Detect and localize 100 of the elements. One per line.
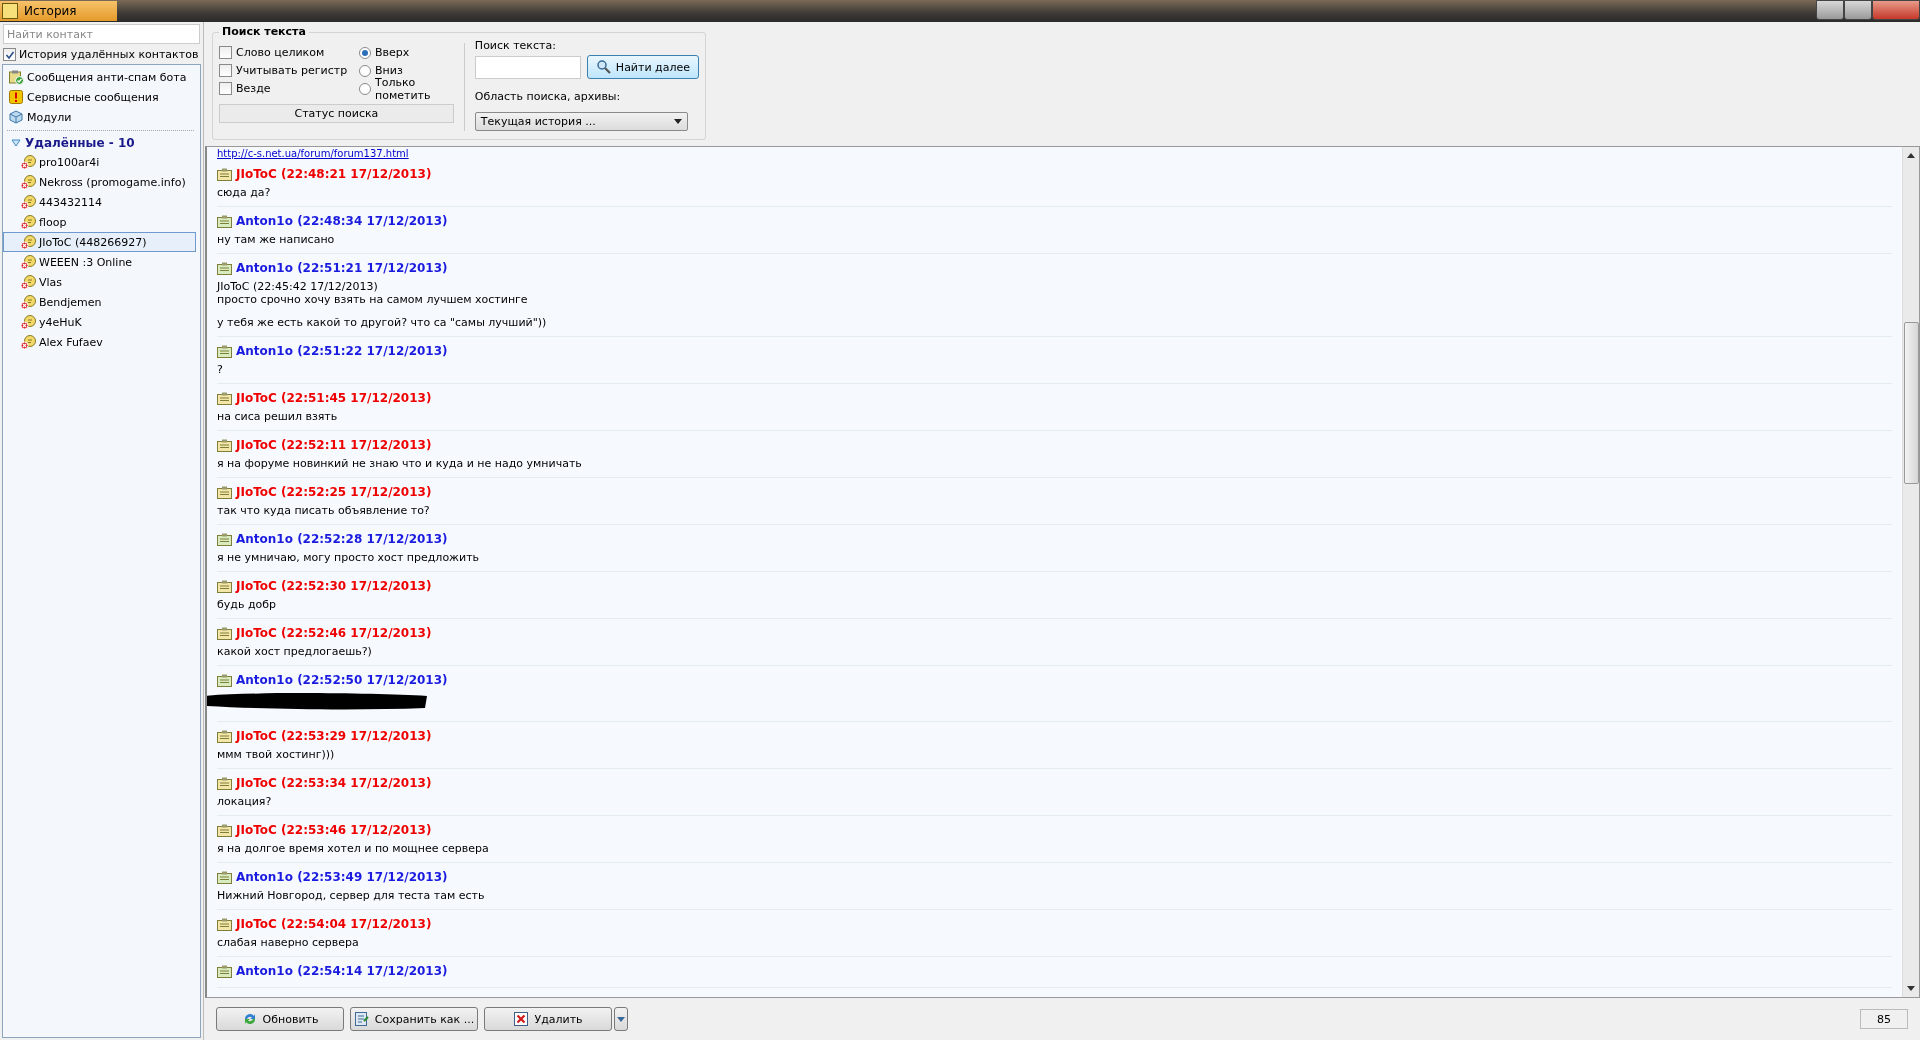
message-header: Anton1o (22:51:22 17/12/2013) xyxy=(236,344,448,358)
contact-item[interactable]: Nekross (promogame.info) xyxy=(3,172,196,192)
message-card-icon xyxy=(217,579,232,593)
message-header: Anton1o (22:54:14 17/12/2013) xyxy=(236,964,448,978)
message-header: Anton1o (22:52:50 17/12/2013) xyxy=(236,673,448,687)
deleted-contact-icon xyxy=(20,254,36,270)
message-text: так что куда писать объявление то? xyxy=(217,504,431,517)
link[interactable]: http://c-s.net.ua/forum/forum137.html xyxy=(217,148,409,160)
refresh-button[interactable]: Обновить xyxy=(216,1007,344,1031)
scrollbar[interactable] xyxy=(1902,147,1919,997)
sidebar-item[interactable]: Модули xyxy=(27,110,72,124)
cube-icon xyxy=(8,109,24,125)
contact-search-field[interactable]: Найти контакт xyxy=(3,24,200,44)
contact-item[interactable]: 443432114 xyxy=(3,192,196,212)
message-text: Нижний Новгород, сервер для теста там есть xyxy=(217,889,486,902)
message-text: какой хост предлогаешь?) xyxy=(217,645,373,658)
sidebar-item[interactable]: Сообщения анти-спам бота xyxy=(27,70,187,84)
contact-item[interactable]: floop xyxy=(3,212,196,232)
message-header: JIoToC (22:52:25 17/12/2013) xyxy=(236,485,432,499)
message-card-icon xyxy=(217,917,232,931)
window-title: История xyxy=(0,1,117,21)
scope-dropdown[interactable]: Текущая история ... xyxy=(474,112,688,131)
contact-item[interactable]: Bendjemen xyxy=(3,292,196,312)
message-card-icon xyxy=(217,823,232,837)
scroll-up-icon[interactable] xyxy=(1907,153,1915,158)
message-text: у тебя же есть какой то другой? что са "самы лучший")) xyxy=(217,316,548,329)
caret-icon xyxy=(673,119,682,124)
message-header: JIoToC (22:52:11 17/12/2013) xyxy=(236,438,432,452)
message-text: я на форуме новинкий не знаю что и куда и не надо умничать xyxy=(217,457,583,470)
contact-item[interactable]: Vlas xyxy=(3,272,196,292)
deleted-contact-icon xyxy=(20,314,36,330)
message-card-icon xyxy=(217,391,232,405)
message-header: JIoToC (22:52:30 17/12/2013) xyxy=(236,579,432,593)
group-header[interactable]: Удалённые - 10 xyxy=(25,136,135,150)
checkbox[interactable] xyxy=(219,82,232,95)
contact-item[interactable]: Alex Fufaev xyxy=(3,332,196,352)
find-next-button[interactable]: Найти далее xyxy=(586,55,699,79)
caret-icon xyxy=(617,1016,625,1022)
message-text: слабая наверно сервера xyxy=(217,936,360,949)
checkbox-label: Везде xyxy=(236,82,271,95)
message-card-icon xyxy=(217,532,232,546)
deleted-contact-icon xyxy=(20,294,36,310)
search-text-field[interactable] xyxy=(474,55,581,79)
message-text: сюда да? xyxy=(217,186,272,199)
message-text: будь добр xyxy=(217,598,277,611)
message-card-icon xyxy=(217,729,232,743)
message-text: ? xyxy=(217,363,224,376)
message-header: JIoToC (22:51:45 17/12/2013) xyxy=(236,391,432,405)
scrollbar-thumb[interactable] xyxy=(1903,322,1919,484)
message-text: я на долгое время хотел и по мощнее сервера xyxy=(217,842,490,855)
deleted-contact-icon xyxy=(20,154,36,170)
maximize-button[interactable] xyxy=(1844,0,1872,20)
save-button[interactable]: Сохранить как ... xyxy=(350,1007,478,1031)
radio-button[interactable] xyxy=(359,64,371,77)
message-card-icon xyxy=(217,438,232,452)
message-text: ну там же написано xyxy=(217,233,336,246)
message-header: JIoToC (22:52:46 17/12/2013) xyxy=(236,626,432,640)
checkbox[interactable] xyxy=(219,64,232,77)
checkbox-label: История удалённых контактов xyxy=(19,48,199,61)
search-status: Статус поиска xyxy=(219,104,454,123)
radio-label: Только пометить xyxy=(375,75,432,102)
message-header: Anton1o (22:51:21 17/12/2013) xyxy=(236,261,448,275)
field-label: Поиск текста: xyxy=(474,39,557,52)
contact-item[interactable]: JIoToC (448266927) xyxy=(3,232,196,252)
message-text: ммм твой хостинг))) xyxy=(217,748,336,761)
checkbox[interactable] xyxy=(219,46,232,59)
message-text: JIoToC (22:45:42 17/12/2013) просто срочно хочу взять на самом лучшем хостинге xyxy=(217,280,529,306)
message-header: JIoToC (22:53:29 17/12/2013) xyxy=(236,729,432,743)
delete-button[interactable]: Удалить xyxy=(484,1007,612,1031)
checkbox-label: Учитывать регистр xyxy=(236,64,348,77)
checkbox[interactable] xyxy=(3,48,16,61)
close-button[interactable] xyxy=(1872,0,1920,20)
dropdown-button[interactable] xyxy=(614,1007,628,1031)
clipboard-check-icon xyxy=(8,69,24,85)
message-card-icon xyxy=(217,673,232,687)
contact-item[interactable]: WEEEN :3 Online xyxy=(3,252,196,272)
message-header: Anton1o (22:53:49 17/12/2013) xyxy=(236,870,448,884)
message-header: JIoToC (22:53:34 17/12/2013) xyxy=(236,776,432,790)
message-text: локация? xyxy=(217,795,273,808)
message-card-icon xyxy=(217,626,232,640)
checkbox-label: Слово целиком xyxy=(236,46,325,59)
message-header: Anton1o (22:48:34 17/12/2013) xyxy=(236,214,448,228)
message-card-icon xyxy=(217,964,232,978)
message-card-icon xyxy=(217,870,232,884)
deleted-contact-icon xyxy=(20,174,36,190)
warning-icon xyxy=(8,89,24,105)
deleted-contact-icon xyxy=(20,214,36,230)
group-title: Поиск текста xyxy=(219,25,309,38)
contact-item[interactable]: pro100ar4i xyxy=(3,152,196,172)
sidebar-item[interactable]: Сервисные сообщения xyxy=(27,90,159,104)
message-header: JIoToC (22:53:46 17/12/2013) xyxy=(236,823,432,837)
search-icon xyxy=(595,59,612,75)
radio-button[interactable] xyxy=(359,46,371,59)
scroll-down-icon[interactable] xyxy=(1907,986,1915,991)
message-card-icon xyxy=(217,214,232,228)
message-card-icon xyxy=(217,485,232,499)
minimize-button[interactable] xyxy=(1816,0,1844,20)
contact-item[interactable]: y4eHuK xyxy=(3,312,196,332)
expand-arrow-icon[interactable] xyxy=(11,139,21,147)
radio-button[interactable] xyxy=(359,82,371,95)
